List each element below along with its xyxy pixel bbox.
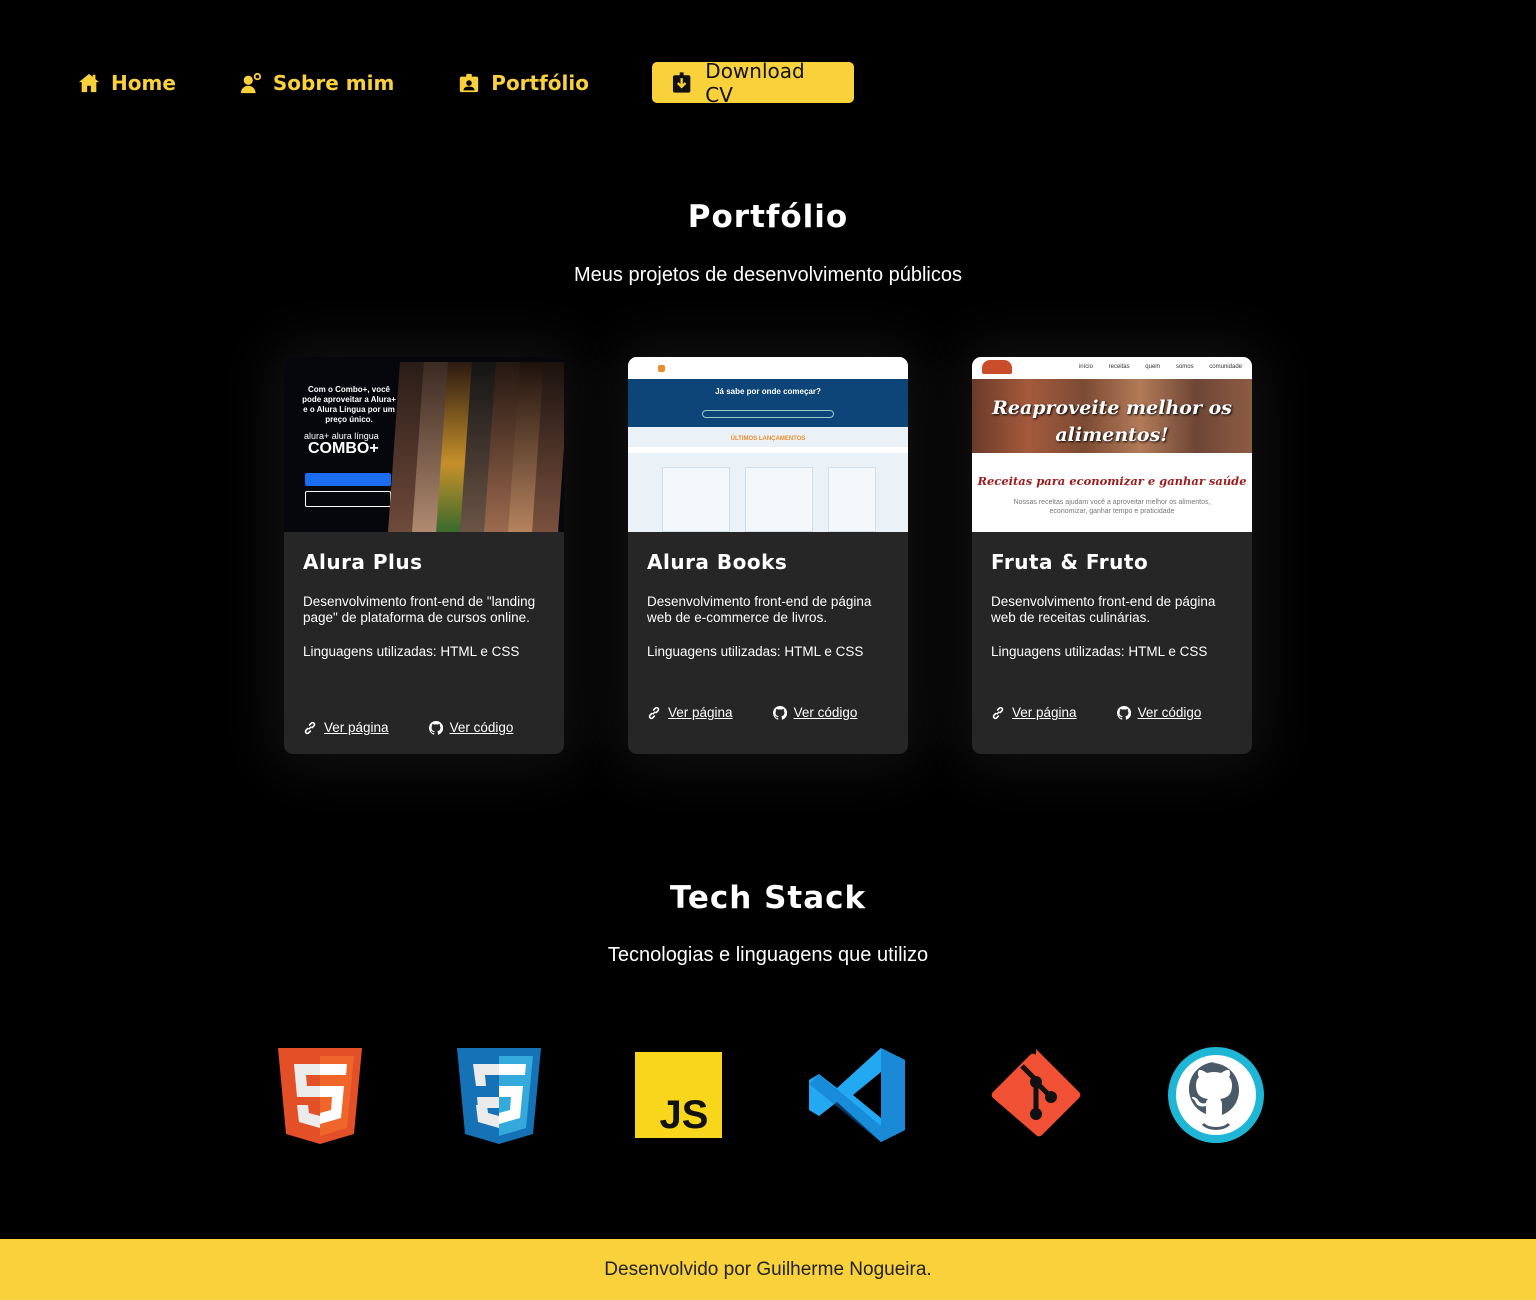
download-cv-label: Download CV xyxy=(705,58,805,107)
tech-title: Tech Stack xyxy=(669,880,867,916)
html5-icon xyxy=(278,1048,362,1144)
link-icon xyxy=(992,706,1004,719)
project-thumbnail[interactable]: início receitas quem somos comunidade Re… xyxy=(972,357,1252,532)
view-code-link[interactable]: Ver código xyxy=(772,705,857,720)
css3-icon xyxy=(457,1048,541,1144)
nav-home-link[interactable]: Home xyxy=(78,71,176,95)
thumb-book xyxy=(662,467,730,532)
card-links: Ver página Ver código xyxy=(647,705,857,720)
thumb-headline: Reaproveite melhor os alimentos! xyxy=(992,397,1232,446)
thumb-header xyxy=(628,357,908,379)
card-description: Desenvolvimento front-end de página web … xyxy=(647,594,872,625)
user-icon xyxy=(240,72,261,93)
thumb-menu: início receitas quem somos comunidade xyxy=(1078,364,1242,370)
github-icon xyxy=(1168,1047,1264,1143)
thumb-text: Com o Combo+, você pode aproveitar a Alu… xyxy=(302,385,396,424)
tech-stack-icons: JS xyxy=(277,1046,1267,1144)
card-title: Alura Books xyxy=(647,550,788,574)
project-thumbnail[interactable]: Já sabe por onde começar? ÚLTIMOS LANÇAM… xyxy=(628,357,908,532)
nav-about-label: Sobre mim xyxy=(272,70,395,95)
project-card: Já sabe por onde começar? ÚLTIMOS LANÇAM… xyxy=(628,357,908,754)
thumb-faces xyxy=(388,362,564,532)
thumb-hero-text: Já sabe por onde começar? xyxy=(715,387,821,396)
card-links: Ver página Ver código xyxy=(991,705,1201,720)
nav-portfolio-link[interactable]: Portfólio xyxy=(458,71,589,95)
id-badge-icon xyxy=(460,73,479,92)
view-code-link[interactable]: Ver código xyxy=(1116,705,1201,720)
nav-home-label: Home xyxy=(111,70,176,95)
project-card: Com o Combo+, você pode aproveitar a Alu… xyxy=(284,357,564,754)
download-icon xyxy=(672,71,691,93)
thumb-search xyxy=(702,410,834,418)
link-icon xyxy=(304,721,316,734)
thumb-combo: COMBO+ xyxy=(308,440,379,457)
portfolio-subtitle: Meus projetos de desenvolvimento público… xyxy=(574,264,962,286)
project-thumbnail[interactable]: Com o Combo+, você pode aproveitar a Alu… xyxy=(284,357,564,532)
top-nav: Home Sobre mim Portfólio Download CV xyxy=(78,59,854,107)
thumb-band-text: ÚLTIMOS LANÇAMENTOS xyxy=(730,436,806,442)
nav-portfolio-label: Portfólio xyxy=(491,70,589,95)
project-card: início receitas quem somos comunidade Re… xyxy=(972,357,1252,754)
thumb-book xyxy=(745,467,813,532)
download-cv-button[interactable]: Download CV xyxy=(652,59,854,107)
github-icon xyxy=(772,705,787,720)
view-page-link[interactable]: Ver página xyxy=(991,705,1077,720)
github-icon xyxy=(1116,705,1131,720)
view-page-link[interactable]: Ver página xyxy=(303,720,389,735)
card-description: Desenvolvimento front-end de "landing pa… xyxy=(303,594,536,625)
card-title: Alura Plus xyxy=(303,550,423,574)
card-languages: Linguagens utilizadas: HTML e CSS xyxy=(303,644,520,659)
link-icon xyxy=(648,706,660,719)
svg-text:JS: JS xyxy=(660,1093,709,1137)
card-description: Desenvolvimento front-end de página web … xyxy=(991,594,1216,625)
home-icon xyxy=(78,73,100,92)
portfolio-title: Portfólio xyxy=(687,199,849,235)
tech-subtitle: Tecnologias e linguagens que utilizo xyxy=(607,944,929,966)
footer: Desenvolvido por Guilherme Nogueira. xyxy=(0,1239,1536,1300)
thumb-small: Nossas receitas ajudam você a aproveitar… xyxy=(1013,499,1211,515)
card-title: Fruta & Fruto xyxy=(991,550,1149,574)
card-languages: Linguagens utilizadas: HTML e CSS xyxy=(991,644,1208,659)
nav-about-link[interactable]: Sobre mim xyxy=(240,71,394,95)
project-cards: Com o Combo+, você pode aproveitar a Alu… xyxy=(284,357,1252,754)
thumb-logo xyxy=(982,360,1012,374)
card-links: Ver página Ver código xyxy=(303,720,513,735)
thumb-button xyxy=(305,473,391,486)
thumb-button-outline xyxy=(305,491,391,507)
view-code-link[interactable]: Ver código xyxy=(428,720,513,735)
javascript-icon: JS xyxy=(635,1052,722,1138)
card-languages: Linguagens utilizadas: HTML e CSS xyxy=(647,644,864,659)
thumb-book xyxy=(828,467,876,532)
footer-text: Desenvolvido por Guilherme Nogueira. xyxy=(604,1258,932,1280)
github-icon xyxy=(428,720,443,735)
view-page-link[interactable]: Ver página xyxy=(647,705,733,720)
git-icon xyxy=(991,1049,1081,1137)
thumb-sub: Receitas para economizar e ganhar saúde xyxy=(977,474,1247,488)
vscode-icon xyxy=(809,1048,905,1142)
